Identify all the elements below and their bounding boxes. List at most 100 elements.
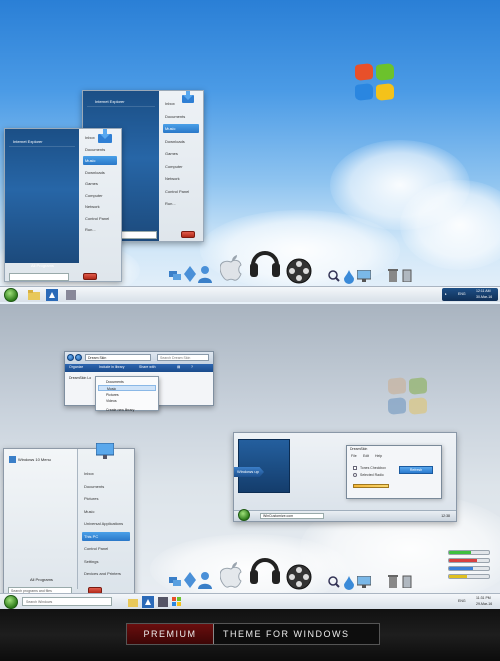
nav-pane-item[interactable]: DreamSkin Lo <box>69 376 91 380</box>
all-programs-link[interactable]: All Programs <box>31 263 54 268</box>
app-icon[interactable] <box>66 290 76 302</box>
user-icon[interactable] <box>198 571 212 591</box>
volume-icon[interactable]: ▸ <box>445 292 447 296</box>
headphones-icon[interactable] <box>249 245 281 283</box>
start-menu-item-devices-and-printers[interactable]: Devices and Printers <box>82 569 130 578</box>
start-menu-item-computer[interactable]: Computer <box>163 162 199 171</box>
taskbar-search-input[interactable]: Search Windows <box>22 597 112 606</box>
start-menu-item-inbox[interactable]: Inbox <box>82 469 130 478</box>
taskbar-item[interactable]: WinCustomize.com <box>260 513 324 519</box>
start-menu-item-pictures[interactable]: Pictures <box>82 494 130 503</box>
network-icon[interactable] <box>168 268 182 284</box>
app-icon[interactable] <box>158 597 168 609</box>
user-icon[interactable] <box>198 265 212 285</box>
start-menu-item-inbox[interactable]: Inbox <box>83 133 117 142</box>
start-menu-left-pane: Internet Explorer All Programs <box>5 129 79 268</box>
network-icon[interactable] <box>184 572 196 590</box>
film-reel-icon[interactable] <box>286 258 312 286</box>
search-input[interactable]: Search Dream Skin <box>157 354 209 361</box>
start-menu-item-computer[interactable]: Computer <box>83 191 117 200</box>
start-menu-item-run[interactable]: Run... <box>83 225 117 234</box>
start-button[interactable] <box>238 509 250 521</box>
menu-file[interactable]: File <box>351 454 357 458</box>
trash-icon[interactable] <box>388 268 398 284</box>
start-menu-item-games[interactable]: Games <box>83 179 117 188</box>
start-menu-item-network[interactable]: Network <box>163 174 199 183</box>
start-menu-item-downloads[interactable]: Downloads <box>83 168 117 177</box>
radio-button[interactable] <box>353 473 357 477</box>
film-reel-icon[interactable] <box>286 564 312 592</box>
library-item-documents[interactable]: Documents <box>98 379 156 385</box>
help-icon[interactable]: ? <box>191 365 193 369</box>
start-menu-item-run[interactable]: Run... <box>163 199 199 208</box>
folder-icon[interactable] <box>28 290 40 302</box>
network-icon[interactable] <box>168 574 182 590</box>
clock-date[interactable]: 29-Mar-16 <box>476 602 492 606</box>
apple-icon[interactable] <box>219 562 242 590</box>
library-item-music[interactable]: Music <box>98 385 156 392</box>
media-icon[interactable] <box>142 596 154 609</box>
start-menu-item-documents[interactable]: Documents <box>163 112 199 121</box>
start-menu-item-universal-applications[interactable]: Universal Applications <box>82 519 130 528</box>
language-indicator[interactable]: ENG <box>458 292 466 296</box>
checkbox[interactable] <box>353 466 357 470</box>
back-button[interactable] <box>67 354 74 361</box>
windows-logo-icon <box>355 63 399 106</box>
clock-date[interactable]: 30-Mar-16 <box>476 295 492 299</box>
start-button[interactable] <box>4 288 18 302</box>
clock-time[interactable]: 12:11 AM <box>476 289 491 293</box>
start-menu-item-documents[interactable]: Documents <box>82 482 130 491</box>
start-menu-item-music[interactable]: Music <box>82 507 130 516</box>
progress-fill <box>449 567 473 570</box>
library-item-pictures[interactable]: Pictures <box>98 392 156 398</box>
start-menu-item-documents[interactable]: Documents <box>83 145 117 154</box>
network-icon[interactable] <box>184 266 196 284</box>
address-bar[interactable]: Dream Skin <box>85 354 151 361</box>
view-icon[interactable]: ▤ <box>177 365 180 369</box>
trash-icon[interactable] <box>388 574 398 590</box>
organize-button[interactable]: Organize <box>69 365 83 369</box>
headphones-icon[interactable] <box>249 552 281 590</box>
media-icon[interactable] <box>46 289 58 303</box>
search-icon[interactable] <box>328 576 340 590</box>
start-menu-item-downloads[interactable]: Downloads <box>163 137 199 146</box>
menu-help[interactable]: Help <box>375 454 382 458</box>
start-menu-item-music[interactable]: Music <box>163 124 199 133</box>
folder-icon[interactable] <box>128 597 138 609</box>
start-menu-item-settings[interactable]: Settings <box>82 557 130 566</box>
start-menu-item-music[interactable]: Music <box>83 156 117 165</box>
menu-edit[interactable]: Edit <box>363 454 369 458</box>
monitor-icon[interactable] <box>356 575 372 590</box>
start-menu-item-control-panel[interactable]: Control Panel <box>163 187 199 196</box>
start-menu-item-control-panel[interactable]: Control Panel <box>82 544 130 553</box>
clock-time[interactable]: 11:31 PM <box>476 596 491 600</box>
drop-icon[interactable] <box>344 576 354 592</box>
language-indicator[interactable]: ENG <box>458 599 466 603</box>
clock-time[interactable]: 12:38 <box>441 514 450 518</box>
start-menu-item-this-pc[interactable]: This PC <box>82 531 130 541</box>
apple-icon[interactable] <box>219 255 242 283</box>
search-icon[interactable] <box>328 270 340 284</box>
library-item-videos[interactable]: Videos <box>98 398 156 404</box>
shutdown-button[interactable] <box>181 231 195 238</box>
pinned-internet-explorer[interactable]: Internet Explorer <box>9 137 75 147</box>
recycle-bin-icon[interactable] <box>402 574 412 590</box>
monitor-icon[interactable] <box>356 269 372 284</box>
recycle-bin-icon[interactable] <box>402 268 412 284</box>
pinned-internet-explorer[interactable]: Internet Explorer <box>87 97 155 107</box>
refresh-button[interactable]: Refresh <box>399 466 433 474</box>
start-search-input[interactable] <box>9 273 69 281</box>
forward-button[interactable] <box>75 354 82 361</box>
all-programs-link[interactable]: All Programs <box>30 577 53 582</box>
windows-logo-icon[interactable] <box>172 597 182 609</box>
share-with-button[interactable]: Share with <box>139 365 156 369</box>
start-menu-item-games[interactable]: Games <box>163 149 199 158</box>
shutdown-button[interactable] <box>83 273 97 280</box>
start-menu-item-control-panel[interactable]: Control Panel <box>83 214 117 223</box>
drop-icon[interactable] <box>344 270 354 286</box>
start-button[interactable] <box>4 595 18 609</box>
library-item-create-new-library[interactable]: Create new library <box>98 407 156 413</box>
start-menu-item-inbox[interactable]: Inbox <box>163 99 199 108</box>
start-menu-item-network[interactable]: Network <box>83 202 117 211</box>
include-in-library-button[interactable]: Include in library <box>99 365 124 369</box>
